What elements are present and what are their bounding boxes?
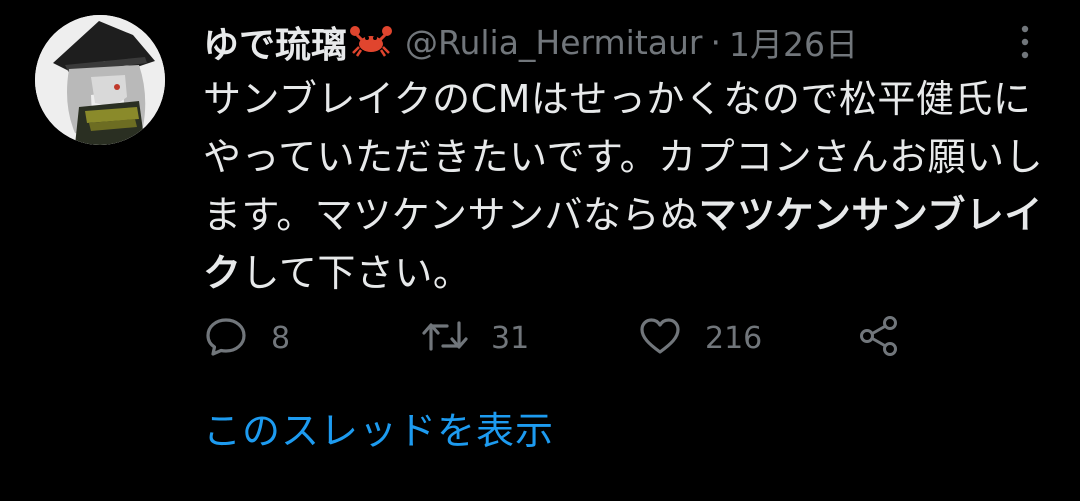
share-nodes-icon (856, 313, 902, 363)
separator-dot: · (710, 22, 722, 62)
share-button[interactable] (856, 312, 902, 364)
heart-outline-icon (637, 313, 683, 363)
avatar[interactable] (35, 15, 165, 145)
like-button[interactable]: 216 (637, 312, 762, 364)
tweet-date[interactable]: 1月26日 (729, 18, 858, 66)
reply-button[interactable]: 8 (203, 312, 290, 364)
display-name[interactable]: ゆで琉璃 (203, 16, 347, 68)
tweet-text-part: して下さい。 (241, 251, 472, 295)
vertical-ellipsis-icon[interactable] (1010, 20, 1040, 64)
reply-count: 8 (271, 320, 291, 356)
show-thread-link[interactable]: このスレッドを表示 (203, 400, 554, 455)
tweet-text: サンブレイクのCMはせっかくなので松平健氏にやっていただきたいです。カプコンさん… (203, 70, 1063, 302)
tweet-header: ゆで琉璃 @Rulia_Hermitaur · 1月26日 (203, 16, 858, 68)
retweet-count: 31 (491, 320, 530, 356)
retweet-arrows-icon (421, 313, 469, 363)
like-count: 216 (705, 320, 763, 356)
crab-emoji-icon (349, 23, 393, 61)
speech-bubble-icon (203, 313, 249, 363)
user-handle[interactable]: @Rulia_Hermitaur (405, 23, 702, 62)
retweet-button[interactable]: 31 (421, 312, 529, 364)
